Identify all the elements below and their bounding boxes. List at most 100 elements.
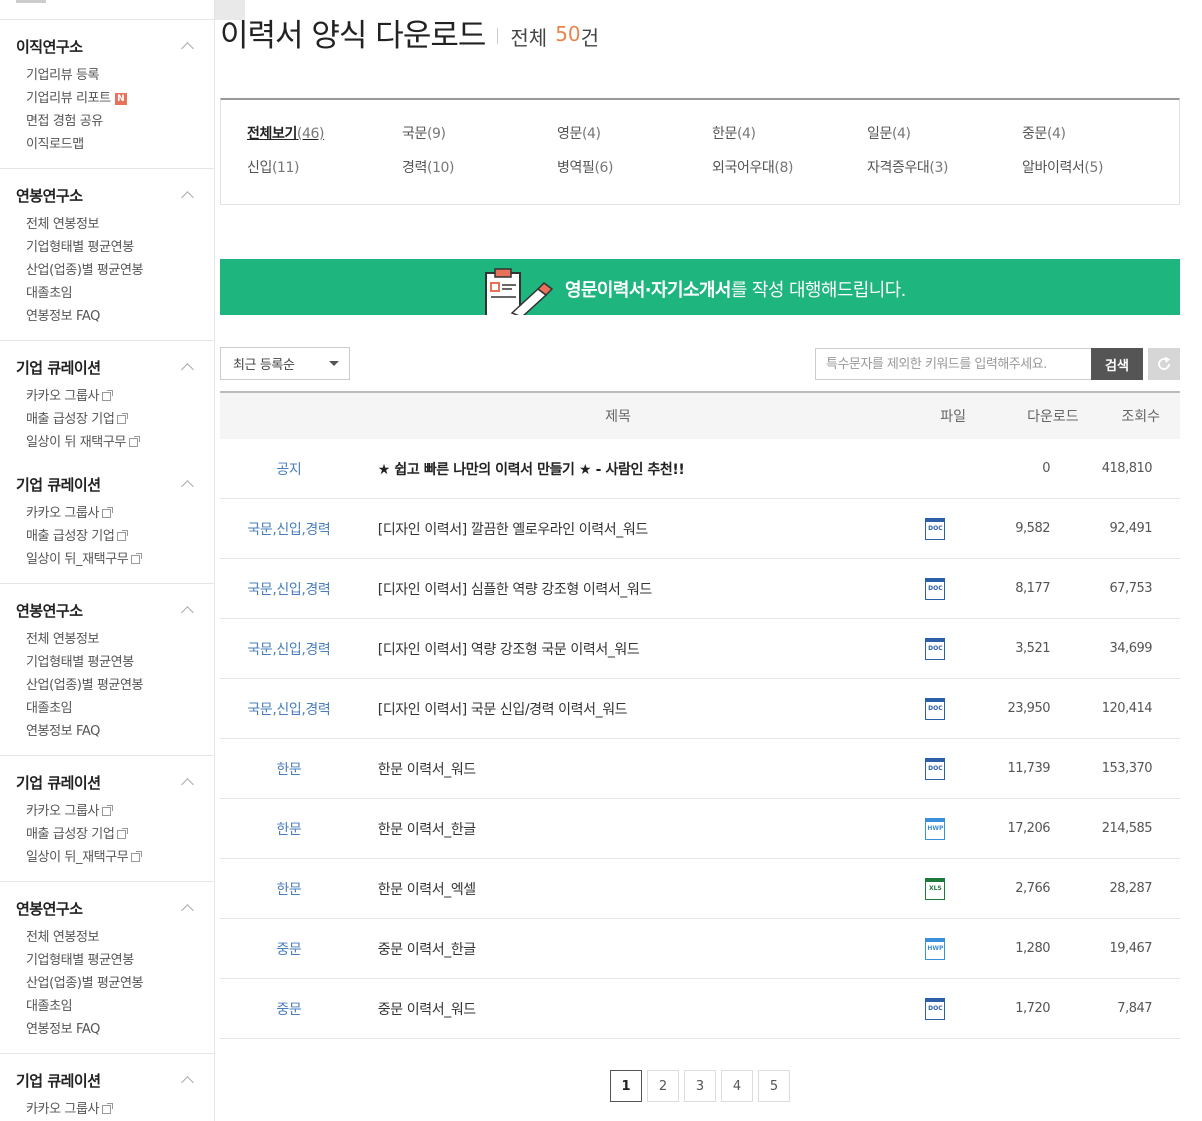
sidebar-item[interactable]: 대졸초임 bbox=[26, 697, 214, 720]
category-filter-item[interactable]: 전체보기(46) bbox=[247, 123, 402, 143]
category-filter-item[interactable]: 국문(9) bbox=[402, 123, 557, 143]
page-button[interactable]: 3 bbox=[684, 1070, 716, 1102]
category-filter-item[interactable]: 중문(4) bbox=[1022, 123, 1177, 143]
sidebar-item[interactable]: 기업형태별 평균연봉 bbox=[26, 651, 214, 674]
chevron-up-icon[interactable] bbox=[181, 904, 194, 917]
sidebar-item[interactable]: 연봉정보 FAQ bbox=[26, 1018, 214, 1041]
sidebar-item-list: 카카오 그룹사매출 급성장 기업 일상이 뒤_재택구무 bbox=[0, 794, 214, 869]
sidebar-item[interactable]: 카카오 그룹사 bbox=[26, 800, 214, 823]
category-filter-item[interactable]: 경력(10) bbox=[402, 157, 557, 177]
sidebar-section-header[interactable]: 연봉연구소 bbox=[0, 896, 214, 920]
promo-banner[interactable]: 영문이력서·자기소개서를 작성 대행해드립니다. bbox=[220, 259, 1180, 315]
sidebar-item[interactable]: 대졸초임 bbox=[26, 282, 214, 305]
row-title[interactable]: 중문 이력서_한글 bbox=[358, 939, 840, 959]
search-button[interactable]: 검색 bbox=[1091, 348, 1143, 380]
category-filter-item[interactable]: 한문(4) bbox=[712, 123, 867, 143]
category-filter-item[interactable]: 알바이력서(5) bbox=[1022, 157, 1177, 177]
sidebar-section-header[interactable]: 기업 큐레이션 bbox=[0, 355, 214, 379]
sidebar-item[interactable]: 카카오 그룹사 bbox=[26, 1098, 214, 1121]
category-filter-item[interactable]: 자격증우대(3) bbox=[867, 157, 1022, 177]
category-filter-item[interactable]: 병역필(6) bbox=[557, 157, 712, 177]
sidebar-section-header[interactable]: 기업 큐레이션 bbox=[0, 770, 214, 794]
chevron-up-icon[interactable] bbox=[181, 191, 194, 204]
sidebar-section-header[interactable]: 기업 큐레이션 bbox=[0, 472, 214, 496]
sidebar-item[interactable]: 기업리뷰 등록 bbox=[26, 64, 214, 87]
row-category[interactable]: 한문 bbox=[220, 759, 358, 779]
category-filter-item[interactable]: 신입(11) bbox=[247, 157, 402, 177]
sidebar-item[interactable]: 일상이 뒤_재택구무 bbox=[26, 846, 214, 869]
sidebar-item[interactable]: 매출 급성장 기업 bbox=[26, 525, 214, 548]
page-button[interactable]: 1 bbox=[610, 1070, 642, 1102]
chevron-up-icon[interactable] bbox=[181, 42, 194, 55]
row-category[interactable]: 중문 bbox=[220, 939, 358, 959]
hwp-file-icon[interactable]: HWP bbox=[925, 937, 946, 960]
sidebar-section-header[interactable]: 연봉연구소 bbox=[0, 598, 214, 622]
doc-file-icon[interactable]: DOC bbox=[925, 757, 946, 780]
sidebar-item[interactable]: 전체 연봉정보 bbox=[26, 213, 214, 236]
row-title[interactable]: [디자인 이력서] 국문 신입/경력 이력서_워드 bbox=[358, 699, 840, 719]
sidebar-item[interactable]: 연봉정보 FAQ bbox=[26, 720, 214, 743]
row-title[interactable]: 중문 이력서_워드 bbox=[358, 999, 840, 1019]
row-title[interactable]: ★ 쉽고 빠른 나만의 이력서 만들기 ★ - 사람인 추천!! bbox=[358, 459, 840, 479]
page-button[interactable]: 5 bbox=[758, 1070, 790, 1102]
page-button[interactable]: 4 bbox=[721, 1070, 753, 1102]
sidebar-item-label: 카카오 그룹사 bbox=[26, 804, 100, 819]
sidebar-item[interactable]: 대졸초임 bbox=[26, 995, 214, 1018]
row-category[interactable]: 국문,신입,경력 bbox=[220, 519, 358, 539]
doc-file-icon[interactable]: DOC bbox=[925, 517, 946, 540]
category-filter-item[interactable]: 일문(4) bbox=[867, 123, 1022, 143]
doc-file-icon[interactable]: DOC bbox=[925, 697, 946, 720]
sidebar-item[interactable]: 기업형태별 평균연봉 bbox=[26, 949, 214, 972]
sidebar-item[interactable]: 이직로드맵 bbox=[26, 133, 214, 156]
row-title[interactable]: 한문 이력서_한글 bbox=[358, 819, 840, 839]
sort-select[interactable]: 최근 등록순 bbox=[220, 347, 350, 380]
row-category[interactable]: 국문,신입,경력 bbox=[220, 699, 358, 719]
row-title[interactable]: [디자인 이력서] 깔끔한 옐로우라인 이력서_워드 bbox=[358, 519, 840, 539]
sidebar-item[interactable]: 일상이 뒤 재택구무 bbox=[26, 431, 214, 454]
row-category[interactable]: 한문 bbox=[220, 819, 358, 839]
sidebar-section-header[interactable]: 기업 큐레이션 bbox=[0, 1068, 214, 1092]
sidebar-item[interactable]: 기업리뷰 리포트 N bbox=[26, 87, 214, 110]
sidebar-item[interactable]: 매출 급성장 기업 bbox=[26, 408, 214, 431]
row-category[interactable]: 한문 bbox=[220, 879, 358, 899]
chevron-up-icon[interactable] bbox=[181, 1076, 194, 1089]
row-category[interactable]: 중문 bbox=[220, 999, 358, 1019]
chevron-up-icon[interactable] bbox=[181, 778, 194, 791]
row-views: 120,414 bbox=[1101, 701, 1153, 716]
sidebar-item[interactable]: 산업(업종)별 평균연봉 bbox=[26, 674, 214, 697]
sidebar-section-header[interactable]: 이직연구소 bbox=[0, 34, 214, 58]
doc-file-icon[interactable]: DOC bbox=[925, 637, 946, 660]
sidebar-item[interactable]: 카카오 그룹사 bbox=[26, 502, 214, 525]
sidebar-item[interactable]: 면접 경험 공유 bbox=[26, 110, 214, 133]
sidebar-item[interactable]: 전체 연봉정보 bbox=[26, 628, 214, 651]
category-filter-item[interactable]: 영문(4) bbox=[557, 123, 712, 143]
category-filter-count: (4) bbox=[891, 126, 911, 142]
row-title[interactable]: [디자인 이력서] 역량 강조형 국문 이력서_워드 bbox=[358, 639, 840, 659]
reset-button[interactable] bbox=[1148, 348, 1180, 380]
sidebar-item[interactable]: 일상이 뒤_재택구무 bbox=[26, 548, 214, 571]
row-title[interactable]: 한문 이력서_엑셀 bbox=[358, 879, 840, 899]
row-category[interactable]: 공지 bbox=[220, 459, 358, 479]
chevron-up-icon[interactable] bbox=[181, 363, 194, 376]
row-category[interactable]: 국문,신입,경력 bbox=[220, 579, 358, 599]
page-button[interactable]: 2 bbox=[647, 1070, 679, 1102]
sidebar-item[interactable]: 연봉정보 FAQ bbox=[26, 305, 214, 328]
sidebar-item[interactable]: 카카오 그룹사 bbox=[26, 385, 214, 408]
sidebar-item[interactable]: 매출 급성장 기업 bbox=[26, 823, 214, 846]
search-input[interactable] bbox=[815, 348, 1091, 380]
sidebar-item[interactable]: 산업(업종)별 평균연봉 bbox=[26, 259, 214, 282]
row-title[interactable]: [디자인 이력서] 심플한 역량 강조형 이력서_워드 bbox=[358, 579, 840, 599]
row-title[interactable]: 한문 이력서_워드 bbox=[358, 759, 840, 779]
category-filter-item[interactable]: 외국어우대(8) bbox=[712, 157, 867, 177]
doc-file-icon[interactable]: DOC bbox=[925, 997, 946, 1020]
chevron-up-icon[interactable] bbox=[181, 480, 194, 493]
sidebar-section-header[interactable]: 연봉연구소 bbox=[0, 183, 214, 207]
sidebar-item[interactable]: 전체 연봉정보 bbox=[26, 926, 214, 949]
chevron-up-icon[interactable] bbox=[181, 606, 194, 619]
sidebar-item[interactable]: 산업(업종)별 평균연봉 bbox=[26, 972, 214, 995]
sidebar-item[interactable]: 기업형태별 평균연봉 bbox=[26, 236, 214, 259]
xls-file-icon[interactable]: XLS bbox=[925, 877, 946, 900]
row-category[interactable]: 국문,신입,경력 bbox=[220, 639, 358, 659]
doc-file-icon[interactable]: DOC bbox=[925, 577, 946, 600]
hwp-file-icon[interactable]: HWP bbox=[925, 817, 946, 840]
